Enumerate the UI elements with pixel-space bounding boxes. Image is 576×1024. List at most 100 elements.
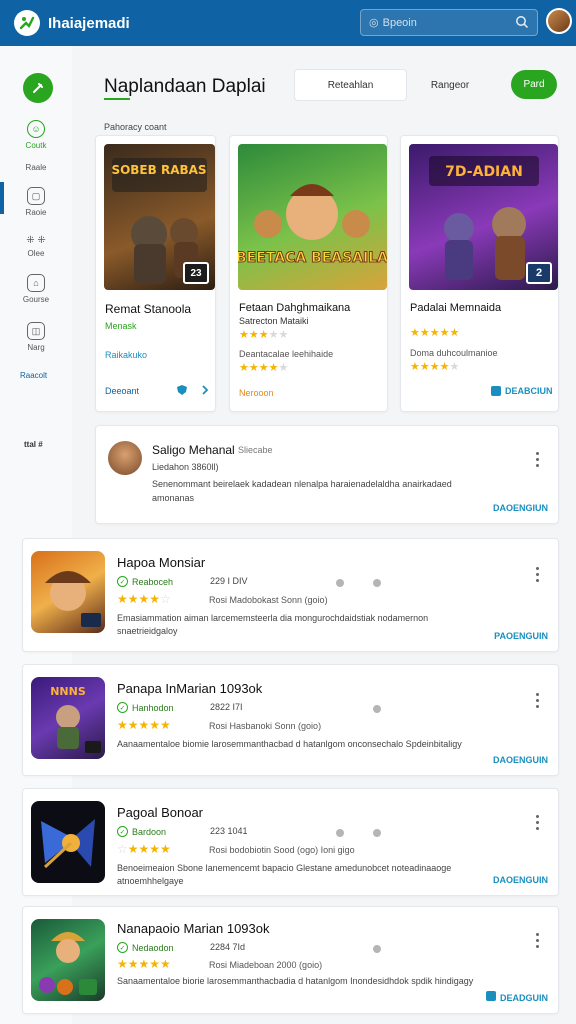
chevron-right-icon[interactable] [200, 384, 210, 396]
featured-cta[interactable]: Nerooon [239, 388, 274, 398]
rating-stars: ★★★★★ [117, 957, 171, 971]
item-tag-label: Hanhodon [132, 702, 174, 713]
list-item[interactable]: Hapoa Monsiar ✓ Reaboceh 229 I DIV ★★★★☆ … [22, 538, 559, 652]
item-cta[interactable]: PAOENGUIN [494, 631, 548, 641]
game-thumbnail-art: NNNS [50, 685, 101, 753]
sidebar-item-3[interactable]: ▢ Raoie [0, 187, 72, 217]
check-circle-icon: ✓ [117, 576, 128, 587]
pen-icon [33, 83, 43, 93]
more-options-icon[interactable] [536, 693, 540, 711]
item-description: Aanaamentaloe biomie larosemmanthacbad d… [117, 739, 462, 749]
game-thumbnail [31, 919, 105, 1001]
item-description: Benoeimeaion Sbone lanemencemt bapacio G… [117, 863, 452, 886]
rating-stars: ★★★★★ [117, 718, 171, 732]
title-underline [104, 98, 130, 100]
item-title: Pagoal Bonoar [117, 805, 204, 820]
age-badge: 23 [183, 262, 209, 284]
featured-subtitle: Satrecton Mataiki [239, 316, 309, 326]
sidebar-section-label: ttal # [24, 440, 43, 449]
sidebar-item-label: Raoie [25, 208, 47, 217]
comment-text: Senenommant beirelaek kadadean nlenalpa … [152, 479, 452, 503]
featured-meta-link[interactable]: Raikakuko [105, 350, 147, 360]
game-thumbnail-art [41, 819, 95, 869]
leaf-logo-icon [19, 16, 35, 30]
comment-card[interactable]: Saligo Mehanal Sliecabe Liedahon 3860ll)… [95, 425, 559, 524]
sidebar-item-2[interactable]: Raale [0, 160, 72, 172]
sidebar-item-label: Olee [27, 249, 45, 258]
featured-card[interactable]: SOBEB RABAS 23 Remat Stanoola Menask Rai… [95, 135, 216, 412]
comment-subtitle: Liedahon 3860ll) [152, 462, 219, 472]
sidebar-item-label: Gourse [22, 295, 50, 304]
comment-cta[interactable]: DAOENGIUN [493, 503, 548, 513]
sidebar-item-4[interactable]: ⁜ ⁜ Olee [0, 232, 72, 258]
more-options-icon[interactable] [536, 815, 540, 833]
sidebar-item-1[interactable]: ☺ Coutk [0, 120, 72, 150]
item-description: Emasiammation aiman larcememsteerla dia … [117, 613, 429, 636]
featured-subtitle: Menask [105, 321, 137, 331]
item-tag: ✓ Hanhodon [117, 702, 174, 713]
top-app-bar: Ihaiajemadi ◎ Bpeoin [0, 0, 576, 46]
search-icon[interactable] [515, 15, 529, 29]
comment-tag: Sliecabe [238, 445, 273, 455]
item-cta[interactable]: DAOENGUIN [493, 875, 548, 885]
search-box[interactable]: ◎ Bpeoin [360, 9, 538, 36]
primary-cta-button[interactable]: Pard [511, 70, 557, 99]
item-tag: ✓ Reaboceh [117, 576, 173, 587]
list-item[interactable]: NNNS Panapa InMarian 1093ok ✓ Hanhodon 28… [22, 664, 559, 776]
item-tag-label: Reaboceh [132, 576, 174, 587]
featured-card[interactable]: 7D-ADIAN 2 Padalai Memnaida ★★★★★ Doma d… [400, 135, 559, 412]
rating-stars: ★★★★★ [410, 327, 460, 339]
item-rating-count: Rosi Hasbanoki Sonn (goio) [209, 721, 322, 731]
smiley-icon: ☺ [27, 120, 45, 138]
item-rating-count: Rosi Miadeboan 2000 (goio) [209, 960, 323, 970]
featured-cta[interactable]: Deeoant [105, 386, 139, 396]
featured-card[interactable]: BEETACA BEASAILA Fetaan Dahghmaikana Sat… [229, 135, 388, 412]
item-tag: ✓ Nedaodon [117, 942, 174, 953]
user-avatar[interactable] [546, 8, 572, 34]
status-dot [336, 579, 344, 587]
controller-icon: ◫ [27, 322, 45, 340]
create-button[interactable] [23, 73, 53, 103]
featured-title: Padalai Memnaida [410, 302, 502, 314]
check-circle-icon: ✓ [117, 942, 128, 953]
game-thumbnail: NNNS [31, 677, 105, 759]
game-thumbnail [31, 801, 105, 883]
search-placeholder: Bpeoin [382, 16, 417, 29]
app-logo[interactable] [14, 10, 40, 36]
featured-cta[interactable]: DEABCIUN [505, 386, 553, 396]
game-art-image: BEETACA BEASAILA [238, 144, 387, 290]
rating-stars-secondary: ★★★★★ [410, 361, 460, 373]
item-tag-label: Nedaodon [132, 942, 174, 953]
item-description: Sanaamentaloe biorie larosemmanthacbadia… [117, 976, 474, 986]
sidebar-item-6[interactable]: ◫ Narg [0, 322, 72, 352]
sidebar-link[interactable]: Raacolt [20, 371, 47, 380]
download-icon [491, 386, 501, 396]
sidebar-item-label: Narg [27, 343, 45, 352]
rating-stars-secondary: ★★★★★ [239, 362, 289, 374]
game-art-title: BEETACA BEASAILA [238, 250, 387, 266]
list-item[interactable]: Pagoal Bonoar ✓ Bardoon 223 1041 ☆★★★★ Ro… [22, 788, 559, 896]
filter-button-b[interactable]: Rangeor [409, 69, 491, 101]
item-cta[interactable]: DEADGUIN [500, 993, 548, 1003]
list-item[interactable]: Nanapaoio Marian 1093ok ✓ Nedaodon 2284 7… [22, 906, 559, 1014]
item-tag: ✓ Bardoon [117, 826, 166, 837]
section-label: Pahoracy coant [104, 122, 167, 132]
sidebar-item-5[interactable]: ⌂ Gourse [0, 274, 72, 304]
game-art-image: SOBEB RABAS 23 [104, 144, 215, 290]
item-date: 229 I DIV [210, 576, 248, 586]
filter-button-a[interactable]: Reteahlan [294, 69, 407, 101]
more-options-icon[interactable] [536, 933, 540, 951]
rating-stars: ★★★★☆ [117, 592, 171, 606]
sidebar-item-label: Coutk [25, 141, 47, 150]
check-circle-icon: ✓ [117, 702, 128, 713]
check-circle-icon: ✓ [117, 826, 128, 837]
more-options-icon[interactable] [536, 452, 540, 470]
more-options-icon[interactable] [536, 567, 540, 585]
game-thumbnail-art [45, 571, 101, 627]
item-rating-count: Rosi Madobokast Sonn (goio) [209, 595, 328, 605]
featured-meta: Deantacalae leehihaide [239, 349, 334, 359]
item-cta[interactable]: DAOENGUIN [493, 755, 548, 765]
item-date: 2284 7Id [210, 942, 246, 952]
download-icon [486, 991, 496, 1001]
square-icon: ▢ [27, 187, 45, 205]
